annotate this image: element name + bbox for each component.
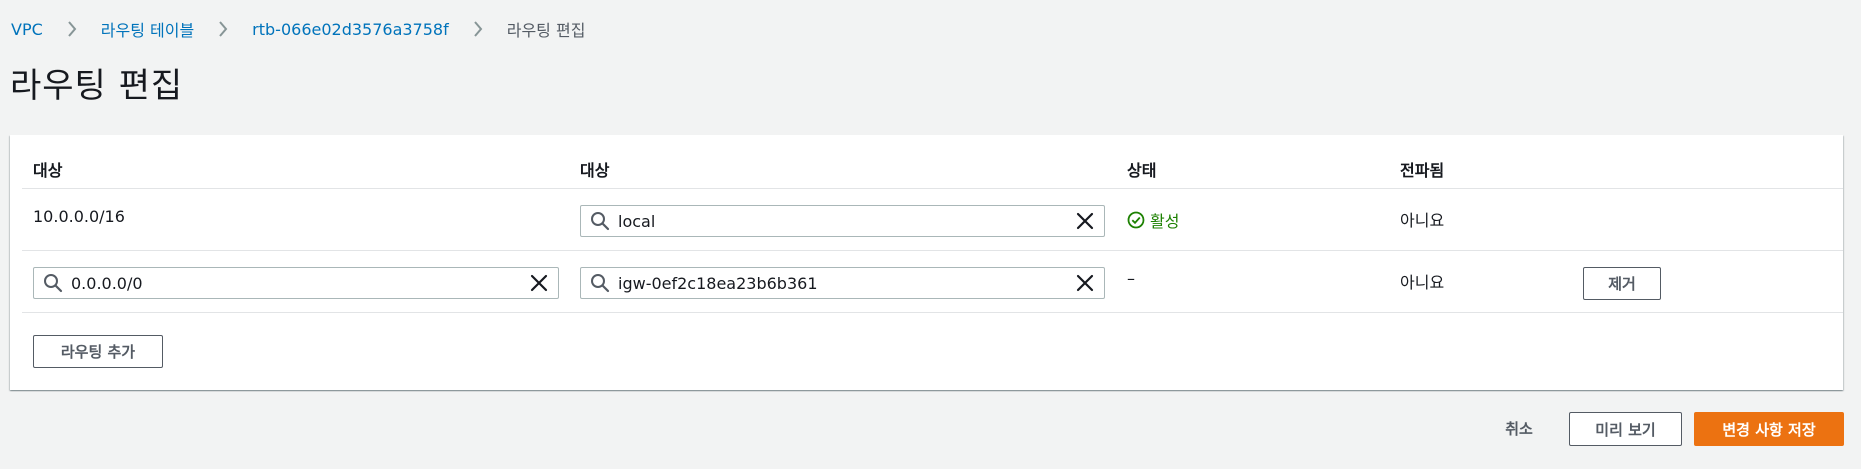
breadcrumb-route-table-id[interactable]: rtb-066e02d3576a3758f — [252, 20, 449, 39]
route-target-value: igw-0ef2c18ea23b6b361 — [618, 273, 818, 293]
save-changes-button[interactable]: 변경 사항 저장 — [1694, 412, 1844, 446]
page-title: 라우팅 편집 — [10, 66, 184, 106]
column-header-propagated: 전파됨 — [1400, 161, 1445, 180]
propagated-text: 아니요 — [1400, 211, 1445, 230]
close-icon[interactable] — [528, 272, 550, 294]
route-target-input[interactable]: local — [580, 205, 1105, 237]
route-target-input[interactable]: igw-0ef2c18ea23b6b361 — [580, 267, 1105, 299]
close-icon[interactable] — [1074, 210, 1096, 232]
routes-editor-card: 대상 대상 상태 전파됨 10.0.0.0/16 local 활성 아니요 0.… — [10, 135, 1843, 390]
search-icon — [590, 211, 610, 231]
breadcrumb-route-tables[interactable]: 라우팅 테이블 — [101, 17, 194, 41]
check-circle-icon — [1127, 211, 1145, 229]
add-route-button[interactable]: 라우팅 추가 — [33, 335, 163, 368]
breadcrumb: VPC 라우팅 테이블 rtb-066e02d3576a3758f 라우팅 편집 — [11, 17, 585, 41]
search-icon — [590, 273, 610, 293]
column-header-target: 대상 — [580, 161, 610, 180]
propagated-text: 아니요 — [1400, 273, 1445, 292]
status-badge: 활성 — [1127, 208, 1179, 232]
status-text: – — [1127, 269, 1135, 288]
status-text: 활성 — [1150, 212, 1180, 231]
header-divider — [22, 188, 1843, 189]
chevron-right-icon — [214, 20, 232, 38]
preview-button[interactable]: 미리 보기 — [1569, 412, 1682, 446]
chevron-right-icon — [469, 20, 487, 38]
route-target-value: local — [618, 211, 656, 231]
cancel-button[interactable]: 취소 — [1490, 412, 1548, 445]
breadcrumb-vpc[interactable]: VPC — [11, 20, 43, 39]
remove-route-button[interactable]: 제거 — [1583, 267, 1661, 300]
search-icon — [43, 273, 63, 293]
route-destination-input[interactable]: 0.0.0.0/0 — [33, 267, 559, 299]
column-header-status: 상태 — [1127, 161, 1157, 180]
route-destination-value: 0.0.0.0/0 — [71, 273, 143, 293]
breadcrumb-current: 라우팅 편집 — [506, 21, 586, 40]
column-header-destination: 대상 — [33, 161, 63, 180]
chevron-right-icon — [63, 20, 81, 38]
row-divider — [22, 250, 1843, 251]
close-icon[interactable] — [1074, 272, 1096, 294]
row-divider — [22, 312, 1843, 313]
route-destination-text: 10.0.0.0/16 — [33, 207, 125, 226]
